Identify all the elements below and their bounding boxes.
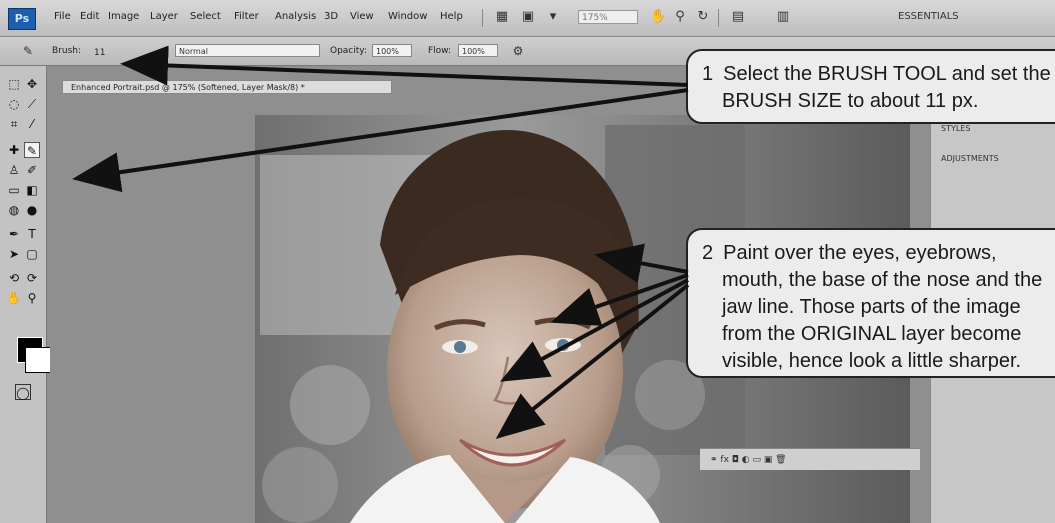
- brush-label: Brush:: [52, 46, 82, 56]
- 3d-orbit-tool-icon[interactable]: ⟳: [24, 270, 40, 286]
- quick-mask-icon[interactable]: ◯: [15, 384, 31, 400]
- document-tab[interactable]: Enhanced Portrait.psd @ 175% (Softened, …: [62, 80, 392, 94]
- layers-panel-footer: ⚭ fx ◘ ◐ ▭ ▣ 🗑: [700, 448, 920, 470]
- gradient-tool-icon[interactable]: ◧: [24, 182, 40, 198]
- callout-step2-line5: visible, hence look a little sharper.: [722, 350, 1022, 372]
- marquee-tool-icon[interactable]: ⬚: [6, 76, 22, 92]
- menu-layer[interactable]: Layer: [150, 11, 178, 22]
- eraser-tool-icon[interactable]: ▭: [6, 182, 22, 198]
- quick-selection-tool-icon[interactable]: ⟋: [24, 96, 40, 112]
- mode-dropdown[interactable]: Normal: [175, 44, 320, 57]
- background-color-swatch[interactable]: [25, 347, 51, 373]
- tool-preset-brush-icon[interactable]: ✎: [20, 43, 36, 59]
- launch-bridge-icon[interactable]: ▦: [494, 9, 510, 25]
- hand-tool-icon[interactable]: ✋: [650, 9, 666, 25]
- flow-field[interactable]: 100%: [458, 44, 498, 57]
- airbrush-icon[interactable]: ⚙: [510, 43, 526, 59]
- photoshop-logo: Ps: [8, 8, 36, 30]
- type-tool-icon[interactable]: T: [24, 226, 40, 242]
- menu-window[interactable]: Window: [388, 11, 427, 22]
- pen-tool-icon[interactable]: ✒: [6, 226, 22, 242]
- path-selection-tool-icon[interactable]: ➤: [6, 246, 22, 262]
- brush-tool-icon[interactable]: ✎: [24, 142, 40, 158]
- callout-step1-line1: 1 Select the BRUSH TOOL and set the: [702, 61, 1055, 88]
- opacity-label: Opacity:: [330, 46, 367, 56]
- rotate-view-icon[interactable]: ↻: [695, 9, 711, 25]
- menu-3d[interactable]: 3D: [324, 11, 338, 22]
- menu-select[interactable]: Select: [190, 11, 221, 22]
- callout-step1-text1: Select the BRUSH TOOL and set the: [723, 63, 1051, 85]
- menu-bar: Ps File Edit Image Layer Select Filter A…: [0, 0, 1055, 37]
- opacity-field[interactable]: 100%: [372, 44, 412, 57]
- chevron-down-icon[interactable]: ▾: [545, 9, 561, 25]
- healing-brush-tool-icon[interactable]: ✚: [6, 142, 22, 158]
- callout-step2-line3: jaw line. Those parts of the image: [722, 296, 1021, 318]
- zoom-tool-icon[interactable]: ⚲: [672, 9, 688, 25]
- flow-label: Flow:: [428, 46, 452, 56]
- history-brush-tool-icon[interactable]: ✐: [24, 162, 40, 178]
- shape-tool-icon[interactable]: ▢: [24, 246, 40, 262]
- callout-step1-line2: BRUSH SIZE to about 11 px.: [722, 90, 979, 112]
- lasso-tool-icon[interactable]: ◌: [6, 96, 22, 112]
- menu-view[interactable]: View: [350, 11, 374, 22]
- hand-tool-icon[interactable]: ✋: [6, 290, 22, 306]
- brush-size-value[interactable]: 11: [94, 48, 105, 58]
- 3d-rotate-tool-icon[interactable]: ⟲: [6, 270, 22, 286]
- callout-step2-line2: mouth, the base of the nose and the: [722, 269, 1043, 291]
- menu-image[interactable]: Image: [108, 11, 139, 22]
- callout-step2-number: 2: [702, 242, 714, 264]
- menu-filter[interactable]: Filter: [234, 11, 259, 22]
- menu-edit[interactable]: Edit: [80, 11, 99, 22]
- instruction-callout-step1: 1 Select the BRUSH TOOL and set the BRUSH…: [686, 49, 1055, 124]
- tools-panel: ⬚ ✥ ◌ ⟋ ⌗ ⁄ ✚ ✎ ♙ ✐ ▭ ◧ ◍ ● ✒ T ➤ ▢ ⟲ ⟳ …: [0, 66, 51, 523]
- menu-file[interactable]: File: [54, 11, 71, 22]
- callout-step1-number: 1: [702, 63, 714, 85]
- layers-footer-icons[interactable]: ⚭ fx ◘ ◐ ▭ ▣ 🗑: [710, 455, 787, 465]
- instruction-callout-step2: 2 Paint over the eyes, eyebrows, mouth, t…: [686, 228, 1055, 378]
- dodge-tool-icon[interactable]: ●: [24, 202, 40, 218]
- menu-analysis[interactable]: Analysis: [275, 11, 316, 22]
- crop-tool-icon[interactable]: ⌗: [6, 116, 22, 132]
- workspace-switcher[interactable]: ESSENTIALS: [898, 11, 959, 22]
- screen-mode-icon[interactable]: ▥: [775, 9, 791, 25]
- panel-item-adjustments[interactable]: ADJUSTMENTS: [941, 154, 999, 163]
- blur-tool-icon[interactable]: ◍: [6, 202, 22, 218]
- zoom-level-field[interactable]: 175%: [578, 10, 638, 24]
- menu-help[interactable]: Help: [440, 11, 463, 22]
- menu-divider: [482, 9, 483, 27]
- menu-divider: [718, 9, 719, 27]
- panel-item-styles[interactable]: STYLES: [941, 124, 970, 133]
- callout-step2-line1: 2 Paint over the eyes, eyebrows,: [702, 240, 1055, 267]
- arrange-documents-icon[interactable]: ▤: [730, 9, 746, 25]
- clone-stamp-tool-icon[interactable]: ♙: [6, 162, 22, 178]
- eyedropper-tool-icon[interactable]: ⁄: [24, 116, 40, 132]
- zoom-tool-icon[interactable]: ⚲: [24, 290, 40, 306]
- callout-step2-text1: Paint over the eyes, eyebrows,: [723, 242, 997, 264]
- move-tool-icon[interactable]: ✥: [24, 76, 40, 92]
- view-extras-icon[interactable]: ▣: [520, 9, 536, 25]
- callout-step2-line4: from the ORIGINAL layer become: [722, 323, 1022, 345]
